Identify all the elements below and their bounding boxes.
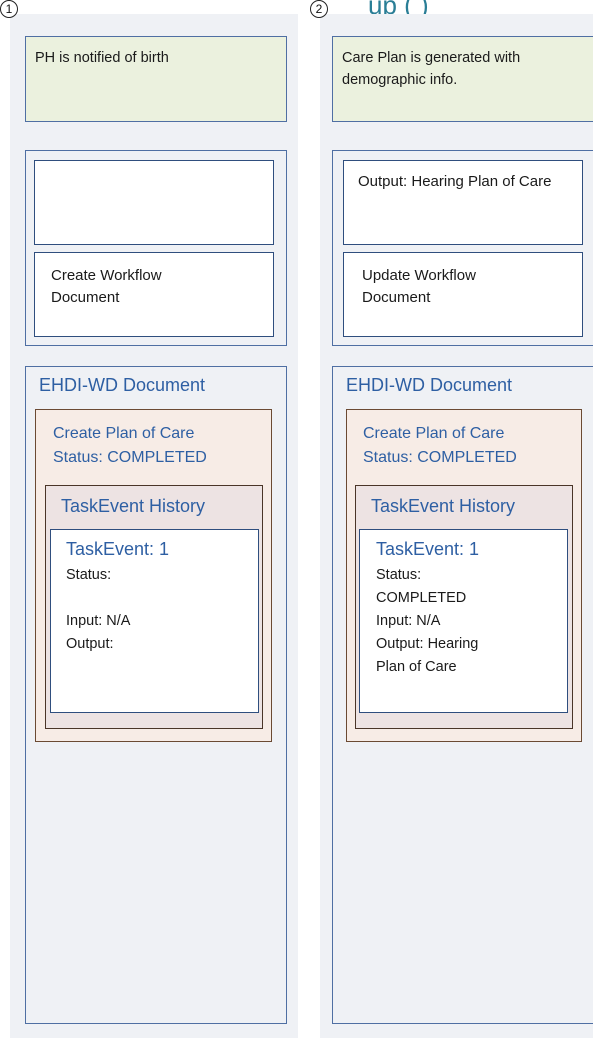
workflow-box-2: Update Workflow Document bbox=[343, 252, 583, 337]
plan-title-2: Create Plan of Care bbox=[363, 425, 505, 442]
step-number-badge-2: 2 bbox=[310, 0, 328, 18]
event-text-1: PH is notified of birth bbox=[35, 50, 169, 66]
taskevent-history-title-1: TaskEvent History bbox=[61, 496, 206, 516]
taskevent-status-label-1: Status: bbox=[66, 567, 112, 583]
plan-status-1: Status: COMPLETED bbox=[53, 449, 207, 466]
event-box-1: PH is notified of birth bbox=[25, 36, 287, 122]
taskevent-input-1: Input: N/A bbox=[66, 613, 131, 629]
output-box-1 bbox=[34, 160, 274, 245]
plan-status-2: Status: COMPLETED bbox=[363, 449, 517, 466]
workflow-text-1: Create Workflow Document bbox=[51, 267, 162, 306]
taskevent-status-label-2: Status: bbox=[376, 567, 422, 583]
step-number-badge-1: 1 bbox=[0, 0, 18, 18]
document-title-1: EHDI-WD Document bbox=[39, 375, 206, 395]
workflow-box-1: Create Workflow Document bbox=[34, 252, 274, 337]
taskevent-title-2: TaskEvent: 1 bbox=[376, 539, 480, 559]
event-text-2: Care Plan is generated with demographic … bbox=[342, 50, 521, 88]
event-box-2: Care Plan is generated with demographic … bbox=[332, 36, 593, 122]
output-box-2: Output: Hearing Plan of Care bbox=[343, 160, 583, 245]
taskevent-output-2: Output: Hearing bbox=[376, 636, 479, 652]
taskevent-input-2: Input: N/A bbox=[376, 613, 441, 629]
document-title-2: EHDI-WD Document bbox=[346, 375, 513, 395]
taskevent-title-1: TaskEvent: 1 bbox=[66, 539, 170, 559]
workflow-text-2: Update Workflow Document bbox=[362, 267, 476, 306]
taskevent-box-1: TaskEvent: 1 Status: Input: N/A Output: bbox=[50, 529, 259, 713]
taskevent-output-value-2: Plan of Care bbox=[376, 659, 457, 675]
taskevent-status-value-2: COMPLETED bbox=[376, 590, 467, 606]
taskevent-output-1: Output: bbox=[66, 636, 114, 652]
output-text-2: Output: Hearing Plan of Care bbox=[358, 173, 552, 190]
plan-title-1: Create Plan of Care bbox=[53, 425, 195, 442]
taskevent-history-title-2: TaskEvent History bbox=[371, 496, 516, 516]
taskevent-box-2: TaskEvent: 1 Status: COMPLETED Input: N/… bbox=[359, 529, 568, 713]
